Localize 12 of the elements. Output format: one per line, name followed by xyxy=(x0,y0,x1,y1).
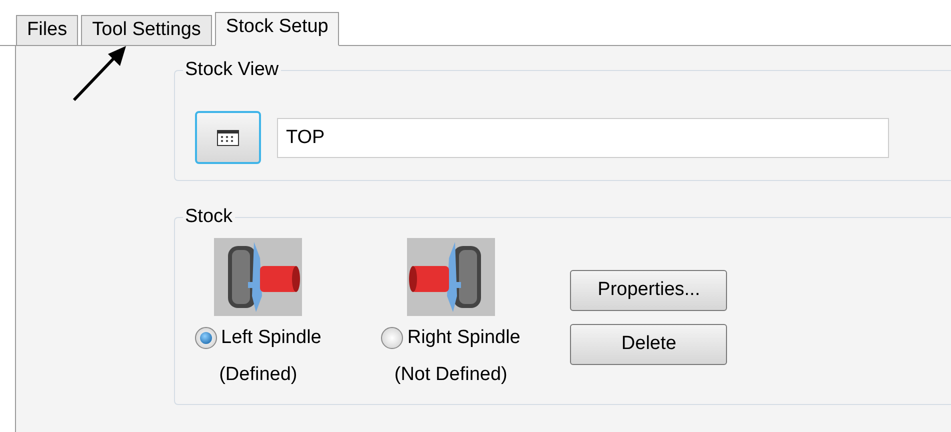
tab[interactable]: Files xyxy=(16,15,78,45)
view-field[interactable]: TOP xyxy=(277,118,889,158)
tab[interactable]: Tool Settings xyxy=(81,15,212,45)
spindle-status: (Defined) xyxy=(219,362,298,386)
spindle-status: (Not Defined) xyxy=(394,362,508,386)
spindle-radio[interactable]: Right Spindle xyxy=(381,324,520,352)
spindle-radio[interactable]: Left Spindle xyxy=(195,324,322,352)
action-button[interactable]: Delete xyxy=(570,324,728,365)
view-select-button[interactable] xyxy=(195,111,261,164)
tab[interactable]: Stock Setup xyxy=(214,12,340,46)
grid-icon xyxy=(217,130,239,146)
action-button[interactable]: Properties... xyxy=(570,270,728,311)
